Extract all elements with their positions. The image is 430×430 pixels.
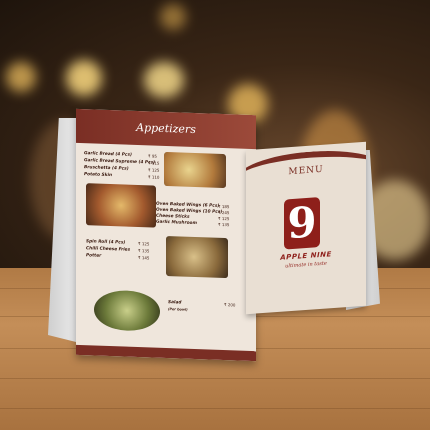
- brand-tent-card: MENU 9 APPLE NINE ultimate in taste: [246, 141, 366, 315]
- menu-item: Potato Skin: [84, 172, 113, 179]
- menu-price: ₹ 110: [148, 174, 160, 180]
- bokeh-light: [6, 62, 36, 92]
- menu-price: ₹ 145: [138, 255, 150, 261]
- menu-item: Chilli Cheese Fries: [86, 246, 131, 253]
- menu-item: Garlic Bread Supreme (4 Pcs): [84, 158, 156, 166]
- menu-price: ₹ 115: [148, 160, 160, 166]
- menu-price: ₹ 95: [148, 153, 157, 159]
- appetizer-menu-card: Appetizers Garlic Bread (4 Pcs) ₹ 95 Gar…: [76, 108, 256, 362]
- bokeh-light: [144, 62, 184, 98]
- menu-price: ₹ 125: [148, 167, 160, 173]
- photo-scene: Appetizers Garlic Bread (4 Pcs) ₹ 95 Gar…: [0, 0, 430, 430]
- menu-item: Spin Roll (4 Pcs): [86, 239, 126, 246]
- menu-item: Garlic Mushroom: [156, 219, 197, 227]
- menu-price: ₹ 125: [218, 215, 230, 222]
- menu-item: Potter: [86, 253, 102, 259]
- bruschetta-photo: [86, 183, 156, 228]
- menu-item: Garlic Bread (4 Pcs): [84, 151, 132, 158]
- logo-numeral: 9: [287, 197, 317, 249]
- salad-photo: [94, 289, 160, 332]
- garlic-bread-photo: [164, 151, 226, 189]
- menu-price: ₹ 245: [218, 209, 230, 216]
- menu-item: Bruschetta (4 Pcs): [84, 165, 129, 172]
- menu-price: ₹ 135: [138, 248, 150, 254]
- menu-price: ₹ 185: [218, 203, 230, 210]
- salad-note: (Per bowl): [168, 307, 188, 312]
- menu-item: Salad: [168, 300, 182, 306]
- spring-roll-photo: [166, 236, 228, 279]
- bokeh-light: [160, 4, 186, 30]
- bokeh-light: [66, 60, 102, 96]
- menu-price: ₹ 200: [224, 302, 236, 308]
- menu-price: ₹ 135: [218, 221, 230, 228]
- menu-price: ₹ 125: [138, 241, 150, 247]
